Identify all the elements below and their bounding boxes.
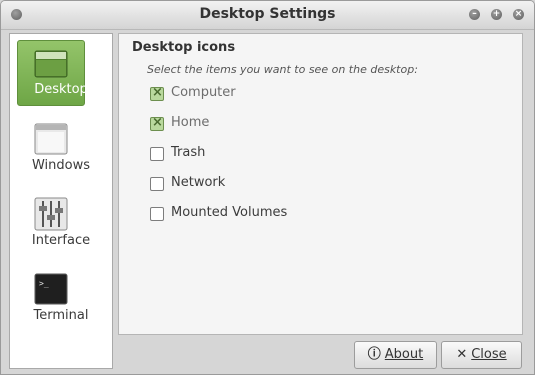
window-title: Desktop Settings — [199, 6, 336, 22]
terminal-icon: >_ — [34, 273, 68, 305]
close-icon[interactable]: × — [513, 9, 524, 20]
settings-window: Desktop Settings – + × Desktop Windows I… — [0, 0, 535, 375]
checkbox-unchecked[interactable] — [150, 147, 164, 161]
sidebar-item-label: Desktop — [34, 82, 88, 97]
sidebar-item-terminal[interactable]: >_ Terminal — [10, 262, 112, 332]
minimize-icon[interactable]: – — [469, 9, 480, 20]
windows-icon — [34, 123, 68, 155]
close-button[interactable]: ✕ Close — [441, 341, 522, 369]
checkbox-unchecked[interactable] — [150, 177, 164, 191]
section-title: Desktop icons — [132, 40, 236, 55]
about-button-label: About — [384, 347, 424, 362]
interface-icon — [34, 197, 68, 231]
sidebar-item-desktop[interactable]: Desktop — [10, 34, 112, 106]
section-hint: Select the items you want to see on the … — [147, 63, 418, 76]
checkbox-checked[interactable] — [150, 85, 164, 101]
sidebar-item-label: Terminal — [33, 308, 89, 323]
close-button-label: Close — [471, 347, 507, 362]
checkbox-checked[interactable] — [150, 115, 164, 131]
sidebar-item-label: Interface — [31, 233, 91, 248]
checkbox-label: Home — [171, 115, 210, 130]
svg-text:>_: >_ — [39, 279, 49, 288]
about-button[interactable]: ⓘ About — [354, 341, 437, 369]
maximize-icon[interactable]: + — [491, 9, 502, 20]
checkbox-label: Mounted Volumes — [171, 205, 288, 220]
info-icon: ⓘ — [367, 347, 381, 362]
checkbox-label: Trash — [171, 145, 206, 160]
checkbox-label: Network — [171, 175, 226, 190]
close-x-icon: ✕ — [456, 347, 468, 362]
desktop-icons-panel: Desktop icons Select the items you want … — [118, 33, 523, 335]
sidebar-item-windows[interactable]: Windows — [10, 112, 112, 182]
title-bar[interactable]: Desktop Settings – + × — [1, 1, 534, 30]
sidebar-item-label: Windows — [31, 158, 91, 173]
sidebar: Desktop Windows Interface >_ Terminal — [9, 33, 113, 369]
sidebar-item-interface[interactable]: Interface — [10, 187, 112, 257]
checkbox-unchecked[interactable] — [150, 207, 164, 221]
checkbox-label: Computer — [171, 85, 236, 100]
desktop-icon — [34, 50, 68, 78]
